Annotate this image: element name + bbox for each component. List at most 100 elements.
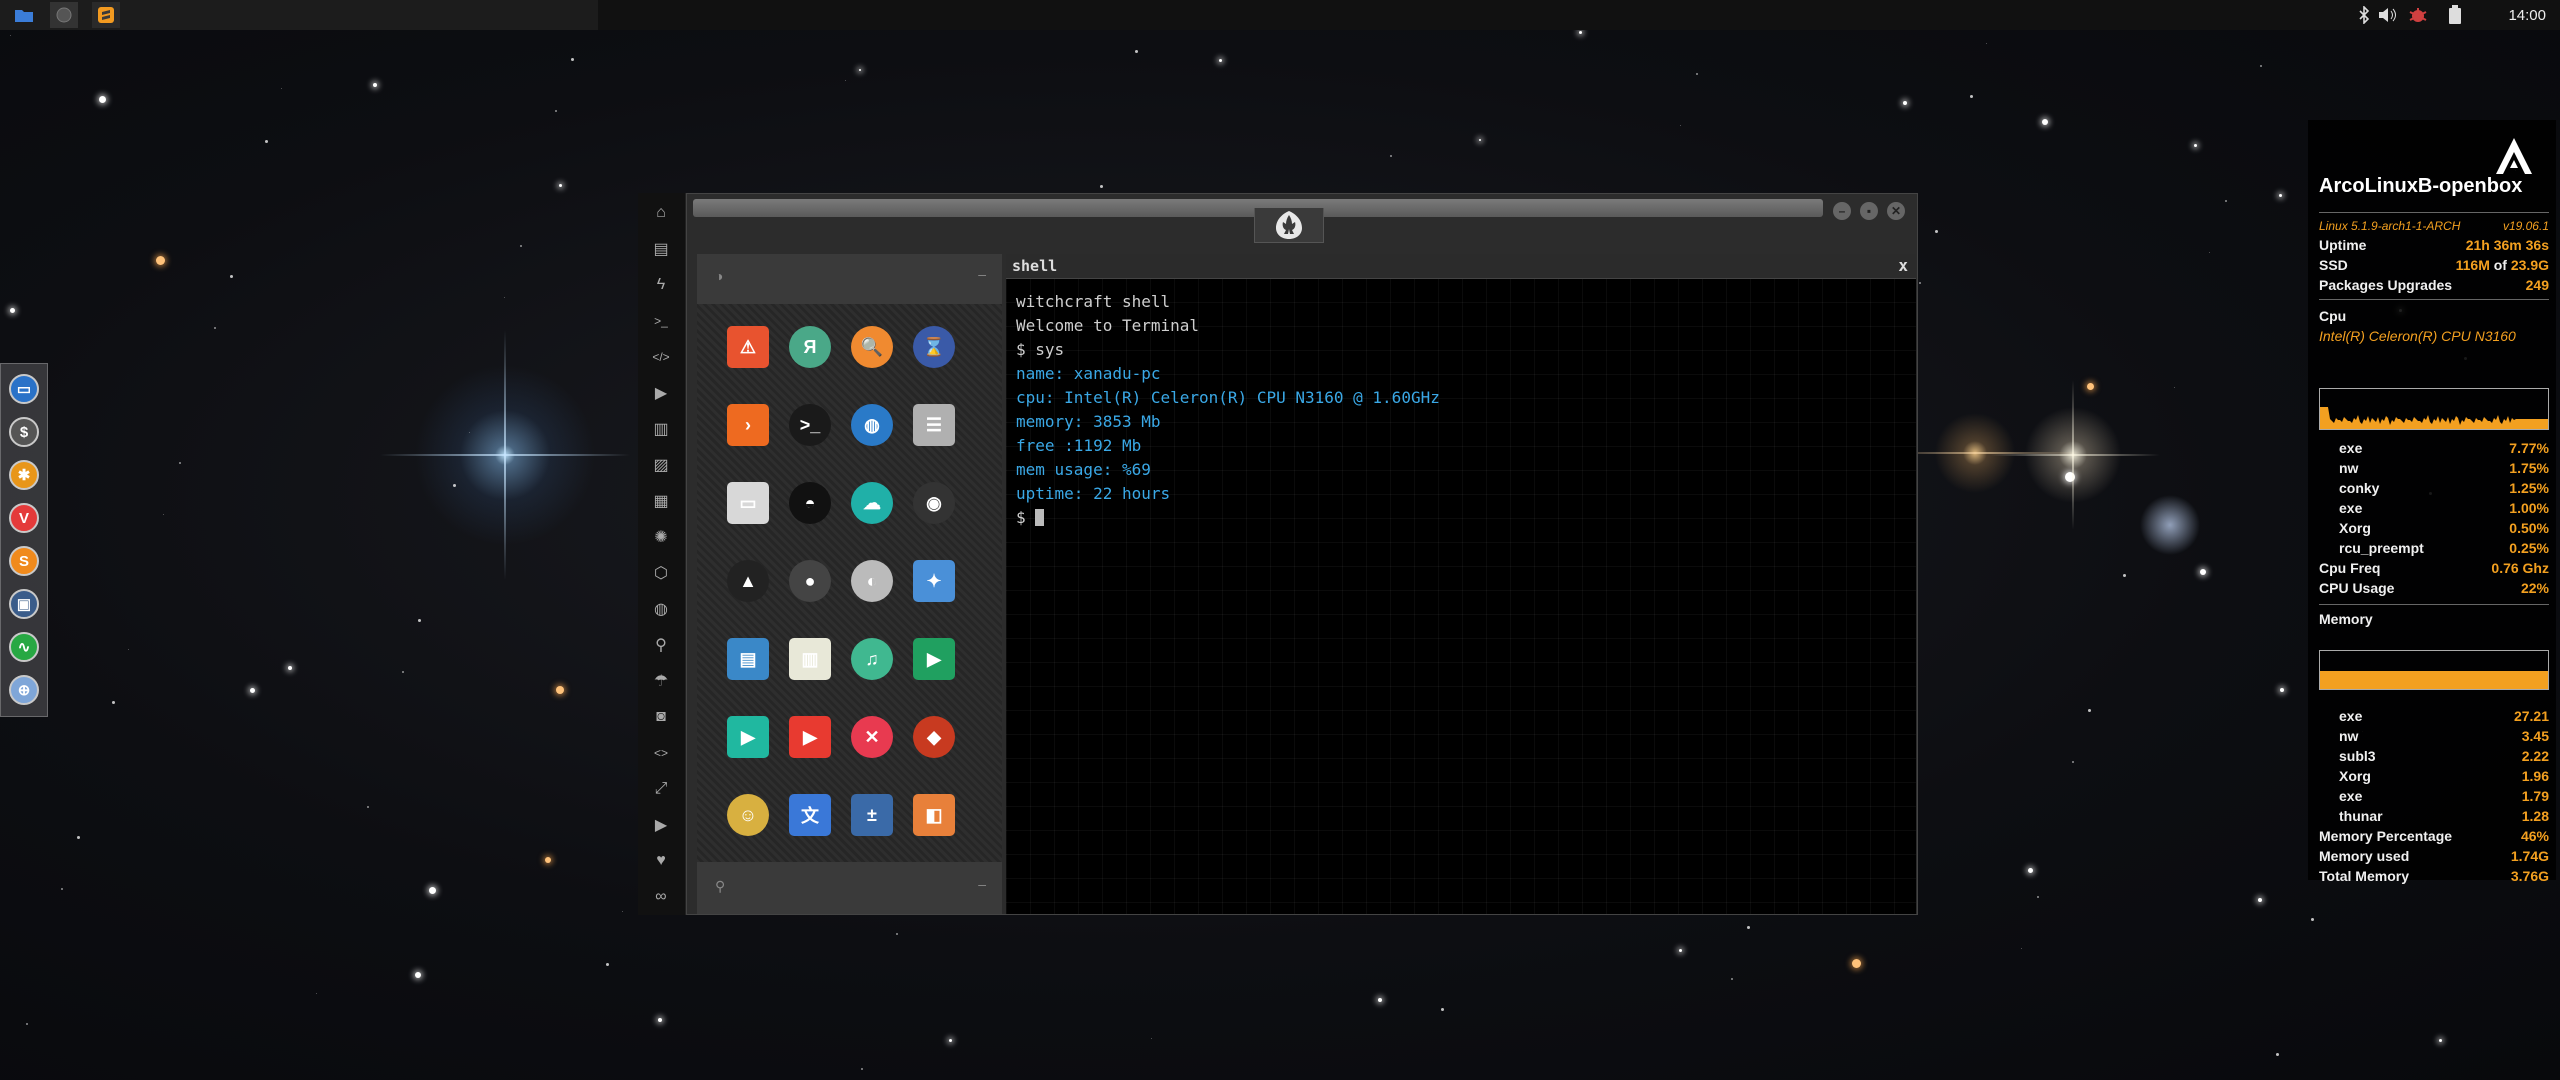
terminal-app-icon[interactable]: >_ bbox=[789, 404, 831, 446]
star bbox=[2280, 688, 2284, 692]
video-app-icon[interactable]: ▶ bbox=[913, 638, 955, 680]
star bbox=[163, 514, 164, 515]
cpu-freq-label: Cpu Freq bbox=[2319, 560, 2381, 576]
globe-icon[interactable]: ◍ bbox=[649, 597, 673, 621]
death-star-app-icon[interactable]: ● bbox=[789, 560, 831, 602]
star bbox=[2258, 898, 2262, 902]
database-app-icon[interactable]: ☰ bbox=[913, 404, 955, 446]
terminal-line: witchcraft shell bbox=[1016, 292, 1171, 311]
battery-icon[interactable] bbox=[2448, 0, 2462, 30]
star bbox=[1378, 998, 1382, 1002]
pulse-icon[interactable]: ∿ bbox=[9, 632, 39, 662]
globe-app-icon[interactable]: ◍ bbox=[851, 404, 893, 446]
hourglass-app-icon[interactable]: ⌛ bbox=[913, 326, 955, 368]
process-row: conky 1.25% bbox=[2319, 478, 2549, 498]
globe-icon[interactable]: ⊕ bbox=[9, 675, 39, 705]
play-icon[interactable]: ▶ bbox=[649, 381, 673, 405]
yandex-app-icon[interactable]: Я bbox=[789, 326, 831, 368]
cpu-freq-value: 0.76 Ghz bbox=[2491, 560, 2549, 576]
moon-app-icon[interactable]: ◐ bbox=[851, 560, 893, 602]
star bbox=[2278, 193, 2282, 197]
ironman-app-icon[interactable]: ◆ bbox=[913, 716, 955, 758]
terminal-icon[interactable]: >_ bbox=[649, 309, 673, 333]
arrow-app-icon[interactable]: › bbox=[727, 404, 769, 446]
maximize-button[interactable]: ▪ bbox=[1860, 202, 1878, 220]
player-app-icon[interactable]: ▶ bbox=[727, 716, 769, 758]
terminal[interactable]: shell x witchcraft shell Welcome to Termi… bbox=[1006, 254, 1916, 914]
clock[interactable]: 14:00 bbox=[2508, 0, 2546, 30]
archive-app-icon[interactable]: ▤ bbox=[727, 638, 769, 680]
warning-app-icon[interactable]: ⚠ bbox=[727, 326, 769, 368]
music-app-icon[interactable]: ♫ bbox=[851, 638, 893, 680]
collapse-button[interactable]: – bbox=[978, 266, 986, 282]
empire-icon[interactable]: ⬡ bbox=[649, 561, 673, 585]
youtube-app-icon[interactable]: ▶ bbox=[789, 716, 831, 758]
app-window: – ▪ ✕ ◑ – ⚠ Я 🔍 ⌛ › >_ ◍ ☰ ▭ ◓ ☁ ◉ ▲ ● ◐ ✦ ▤ ▥ ♫ ▶ ▶ ▶ ✕ ◆ ☺ 文 ± ◧ … bbox=[686, 193, 1918, 915]
youtube-icon[interactable]: ▶ bbox=[649, 813, 673, 837]
volume-icon[interactable] bbox=[2378, 0, 2398, 30]
bug-icon[interactable] bbox=[2408, 0, 2428, 30]
calculator-app-icon[interactable]: ± bbox=[851, 794, 893, 836]
bluetooth-icon[interactable] bbox=[2358, 0, 2370, 30]
app-search-bar[interactable]: ⚲ – bbox=[697, 862, 1002, 914]
photos-app-icon[interactable]: ◧ bbox=[913, 794, 955, 836]
book-icon[interactable]: ▥ bbox=[649, 417, 673, 441]
code-icon[interactable]: </> bbox=[649, 345, 673, 369]
document-icon[interactable]: ▤ bbox=[649, 237, 673, 261]
terminal-prompt[interactable]: $ bbox=[1016, 506, 1440, 530]
star bbox=[61, 888, 63, 890]
rebel-icon[interactable]: ✺ bbox=[649, 525, 673, 549]
minimize-button[interactable]: – bbox=[1833, 202, 1851, 220]
window-icon[interactable]: ▭ bbox=[9, 374, 39, 404]
terminal-line: mem usage: %69 bbox=[1016, 460, 1151, 479]
search-icon[interactable]: ⚲ bbox=[649, 633, 673, 657]
collapse-button[interactable]: – bbox=[978, 876, 986, 892]
terminal-line: memory: 3853 Mb bbox=[1016, 412, 1161, 431]
process-name: exe bbox=[2339, 440, 2363, 456]
code-brackets-icon[interactable]: <> bbox=[649, 741, 673, 765]
star bbox=[658, 1018, 662, 1022]
translate-app-icon[interactable]: 文 bbox=[789, 794, 831, 836]
umbrella-icon[interactable]: ☂ bbox=[649, 669, 673, 693]
vivaldi-icon[interactable]: V bbox=[9, 503, 39, 533]
search-icon[interactable]: ⚲ bbox=[715, 878, 725, 895]
gear-icon[interactable]: ✱ bbox=[9, 460, 39, 490]
map-app-icon[interactable]: ✦ bbox=[913, 560, 955, 602]
screen-icon[interactable]: ▣ bbox=[9, 589, 39, 619]
heart-icon[interactable]: ♥ bbox=[649, 849, 673, 873]
close-button[interactable]: ✕ bbox=[1887, 202, 1905, 220]
star bbox=[2088, 709, 2091, 712]
image-icon[interactable]: ▨ bbox=[649, 453, 673, 477]
home-icon[interactable]: ⌂ bbox=[649, 201, 673, 225]
mask-app-icon[interactable]: ◓ bbox=[789, 482, 831, 524]
infinity-icon[interactable]: ∞ bbox=[649, 885, 673, 909]
cloud-lock-app-icon[interactable]: ☁ bbox=[851, 482, 893, 524]
folder-icon[interactable] bbox=[10, 2, 38, 28]
contrast-icon[interactable]: ◑ bbox=[715, 268, 723, 284]
money-icon[interactable]: $ bbox=[9, 417, 39, 447]
star bbox=[1479, 139, 1481, 141]
sublime-icon[interactable] bbox=[92, 2, 120, 28]
process-value: 0.25% bbox=[2509, 540, 2549, 556]
news-icon[interactable]: ▦ bbox=[649, 489, 673, 513]
github-app-icon[interactable]: ◉ bbox=[913, 482, 955, 524]
starfleet-app-icon[interactable]: ▲ bbox=[727, 560, 769, 602]
window-app-icon[interactable]: ▭ bbox=[727, 482, 769, 524]
search-app-icon[interactable]: 🔍 bbox=[851, 326, 893, 368]
terminal-line: uptime: 22 hours bbox=[1016, 484, 1171, 503]
sublime-icon[interactable]: S bbox=[9, 546, 39, 576]
terminal-output[interactable]: witchcraft shell Welcome to Terminal $ sys… bbox=[1016, 290, 1440, 530]
user-icon[interactable]: ◙ bbox=[649, 705, 673, 729]
star bbox=[1696, 73, 1698, 75]
close-app-icon[interactable]: ✕ bbox=[851, 716, 893, 758]
circle-icon[interactable] bbox=[50, 2, 78, 28]
star bbox=[2123, 574, 2126, 577]
expand-icon[interactable]: ⤢ bbox=[649, 777, 673, 801]
terminal-close-button[interactable]: x bbox=[1898, 256, 1908, 275]
star bbox=[1441, 1008, 1444, 1011]
star bbox=[861, 1068, 863, 1070]
bolt-icon[interactable]: ϟ bbox=[649, 273, 673, 297]
notes-app-icon[interactable]: ▥ bbox=[789, 638, 831, 680]
c3po-app-icon[interactable]: ☺ bbox=[727, 794, 769, 836]
star bbox=[1731, 978, 1733, 980]
